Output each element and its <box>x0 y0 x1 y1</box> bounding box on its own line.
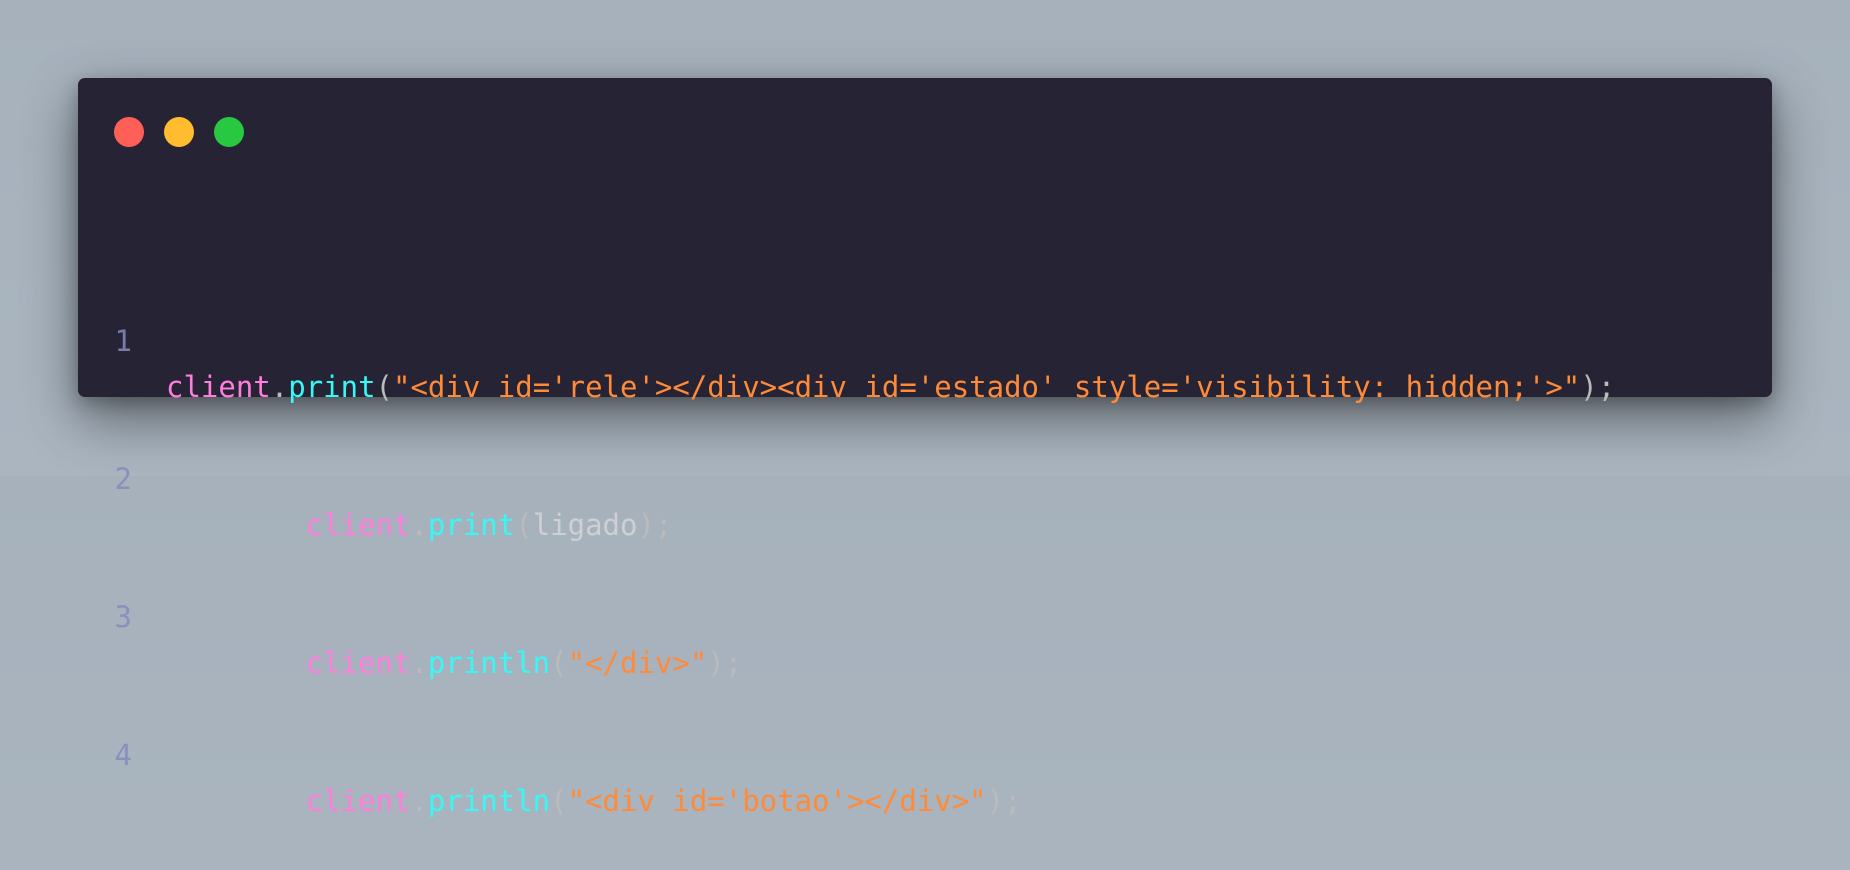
dot-token: . <box>410 646 428 680</box>
code-line: 1 client.print("<div id='rele'></div><di… <box>78 272 1772 404</box>
object-token: client <box>305 784 411 818</box>
code-content: client.print(ligado); <box>166 502 673 548</box>
open-paren-token: ( <box>550 646 568 680</box>
line-number: 4 <box>114 738 132 772</box>
code-editor: 1 client.print("<div id='rele'></div><di… <box>78 180 1772 824</box>
code-window: 1 client.print("<div id='rele'></div><di… <box>78 78 1772 818</box>
close-token: ); <box>707 646 743 680</box>
string-argument-token: "</div>" <box>567 646 708 680</box>
open-paren-token: ( <box>515 508 533 542</box>
line-number: 3 <box>114 600 132 634</box>
method-token: println <box>427 646 551 680</box>
close-window-icon[interactable] <box>114 117 144 147</box>
minimize-window-icon[interactable] <box>164 117 194 147</box>
code-line: 2 client.print(ligado); <box>78 410 1772 542</box>
object-token: client <box>166 370 271 404</box>
code-content: client.println("<div id='botao'></div>")… <box>166 778 1022 824</box>
open-paren-token: ( <box>550 784 568 818</box>
string-argument-token: "<div id='botao'></div>" <box>567 784 987 818</box>
code-content: client.println("</div>"); <box>166 640 743 686</box>
string-argument-token: "<div id='rele'></div><div id='estado' s… <box>393 370 1581 404</box>
code-content: client.print("<div id='rele'></div><div … <box>166 364 1615 410</box>
dot-token: . <box>270 370 289 404</box>
code-line: 3 client.println("</div>"); <box>78 548 1772 680</box>
line-number: 2 <box>114 462 132 496</box>
dot-token: . <box>410 784 428 818</box>
open-paren-token: ( <box>375 370 394 404</box>
dot-token: . <box>410 508 428 542</box>
identifier-argument-token: ligado <box>532 508 638 542</box>
line-number: 1 <box>114 324 132 358</box>
code-line: 4 client.println("<div id='botao'></div>… <box>78 686 1772 818</box>
close-token: ); <box>637 508 673 542</box>
method-token: print <box>427 508 516 542</box>
close-token: ); <box>986 784 1022 818</box>
method-token: println <box>427 784 551 818</box>
object-token: client <box>305 646 411 680</box>
close-token: ); <box>1580 370 1616 404</box>
method-token: print <box>288 370 376 404</box>
maximize-window-icon[interactable] <box>214 117 244 147</box>
object-token: client <box>305 508 411 542</box>
